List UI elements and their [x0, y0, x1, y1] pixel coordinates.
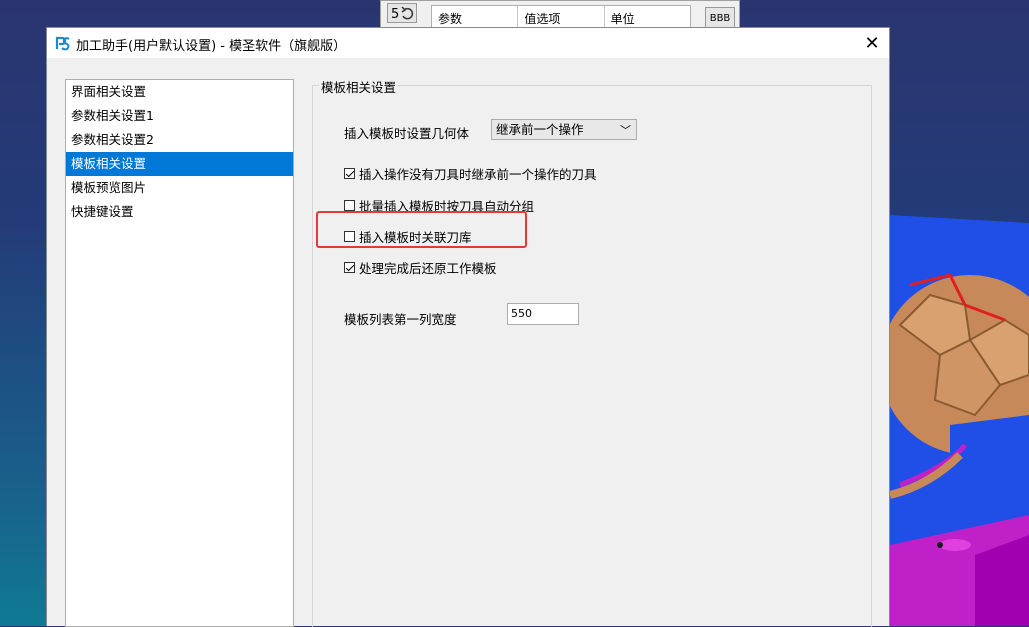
nav-item-param-settings-1[interactable]: 参数相关设置1 — [66, 104, 293, 128]
column-width-value: 550 — [511, 307, 532, 320]
checkbox-label: 处理完成后还原工作模板 — [359, 261, 497, 276]
column-width-label: 模板列表第一列宽度 — [344, 312, 457, 327]
nav-item-template-settings[interactable]: 模板相关设置 — [66, 152, 293, 176]
chevron-down-icon: ﹀ — [620, 124, 631, 137]
checkbox-icon — [344, 168, 355, 179]
geometry-dropdown-value: 继承前一个操作 — [496, 122, 584, 137]
title-bar[interactable]: 加工助手(用户默认设置) - 模圣软件（旗舰版） ✕ — [47, 28, 889, 58]
refresh-icon[interactable]: 5 — [387, 3, 417, 23]
bbb-button[interactable]: BBB — [705, 7, 735, 29]
nav-item-param-settings-2[interactable]: 参数相关设置2 — [66, 128, 293, 152]
close-button[interactable]: ✕ — [855, 28, 889, 58]
annotation-highlight-box — [316, 211, 527, 248]
nav-item-shortcut-settings[interactable]: 快捷键设置 — [66, 200, 293, 224]
checkbox-icon — [344, 262, 355, 273]
grid-header-param: 参数 — [432, 6, 519, 28]
nav-item-ui-settings[interactable]: 界面相关设置 — [66, 80, 293, 104]
parameter-grid-header: 参数 值选项 单位 — [431, 5, 691, 29]
geometry-label: 插入模板时设置几何体 — [344, 126, 470, 141]
checkbox-restore-work-template[interactable]: 处理完成后还原工作模板 — [344, 258, 497, 277]
group-title: 模板相关设置 — [319, 77, 399, 96]
grid-header-unit: 单位 — [610, 12, 635, 26]
column-width-input[interactable]: 550 — [507, 303, 579, 325]
checkbox-label: 插入操作没有刀具时继承前一个操作的刀具 — [359, 167, 597, 182]
nav-item-template-preview[interactable]: 模板预览图片 — [66, 176, 293, 200]
checkbox-inherit-tool[interactable]: 插入操作没有刀具时继承前一个操作的刀具 — [344, 164, 597, 183]
cad-viewport — [890, 215, 1029, 626]
dialog-title: 加工助手(用户默认设置) - 模圣软件（旗舰版） — [76, 39, 347, 54]
background-window: 5 参数 值选项 单位 BBB — [380, 0, 740, 29]
checkbox-icon — [344, 200, 355, 211]
geometry-dropdown[interactable]: 继承前一个操作 ﹀ — [491, 119, 637, 140]
app-logo-icon — [55, 35, 71, 51]
grid-header-value: 值选项 — [518, 6, 605, 28]
settings-category-list: 界面相关设置 参数相关设置1 参数相关设置2 模板相关设置 模板预览图片 快捷键… — [65, 79, 294, 627]
settings-dialog: 加工助手(用户默认设置) - 模圣软件（旗舰版） ✕ 界面相关设置 参数相关设置… — [46, 27, 890, 627]
close-icon: ✕ — [864, 32, 880, 54]
svg-text:5: 5 — [391, 7, 399, 22]
